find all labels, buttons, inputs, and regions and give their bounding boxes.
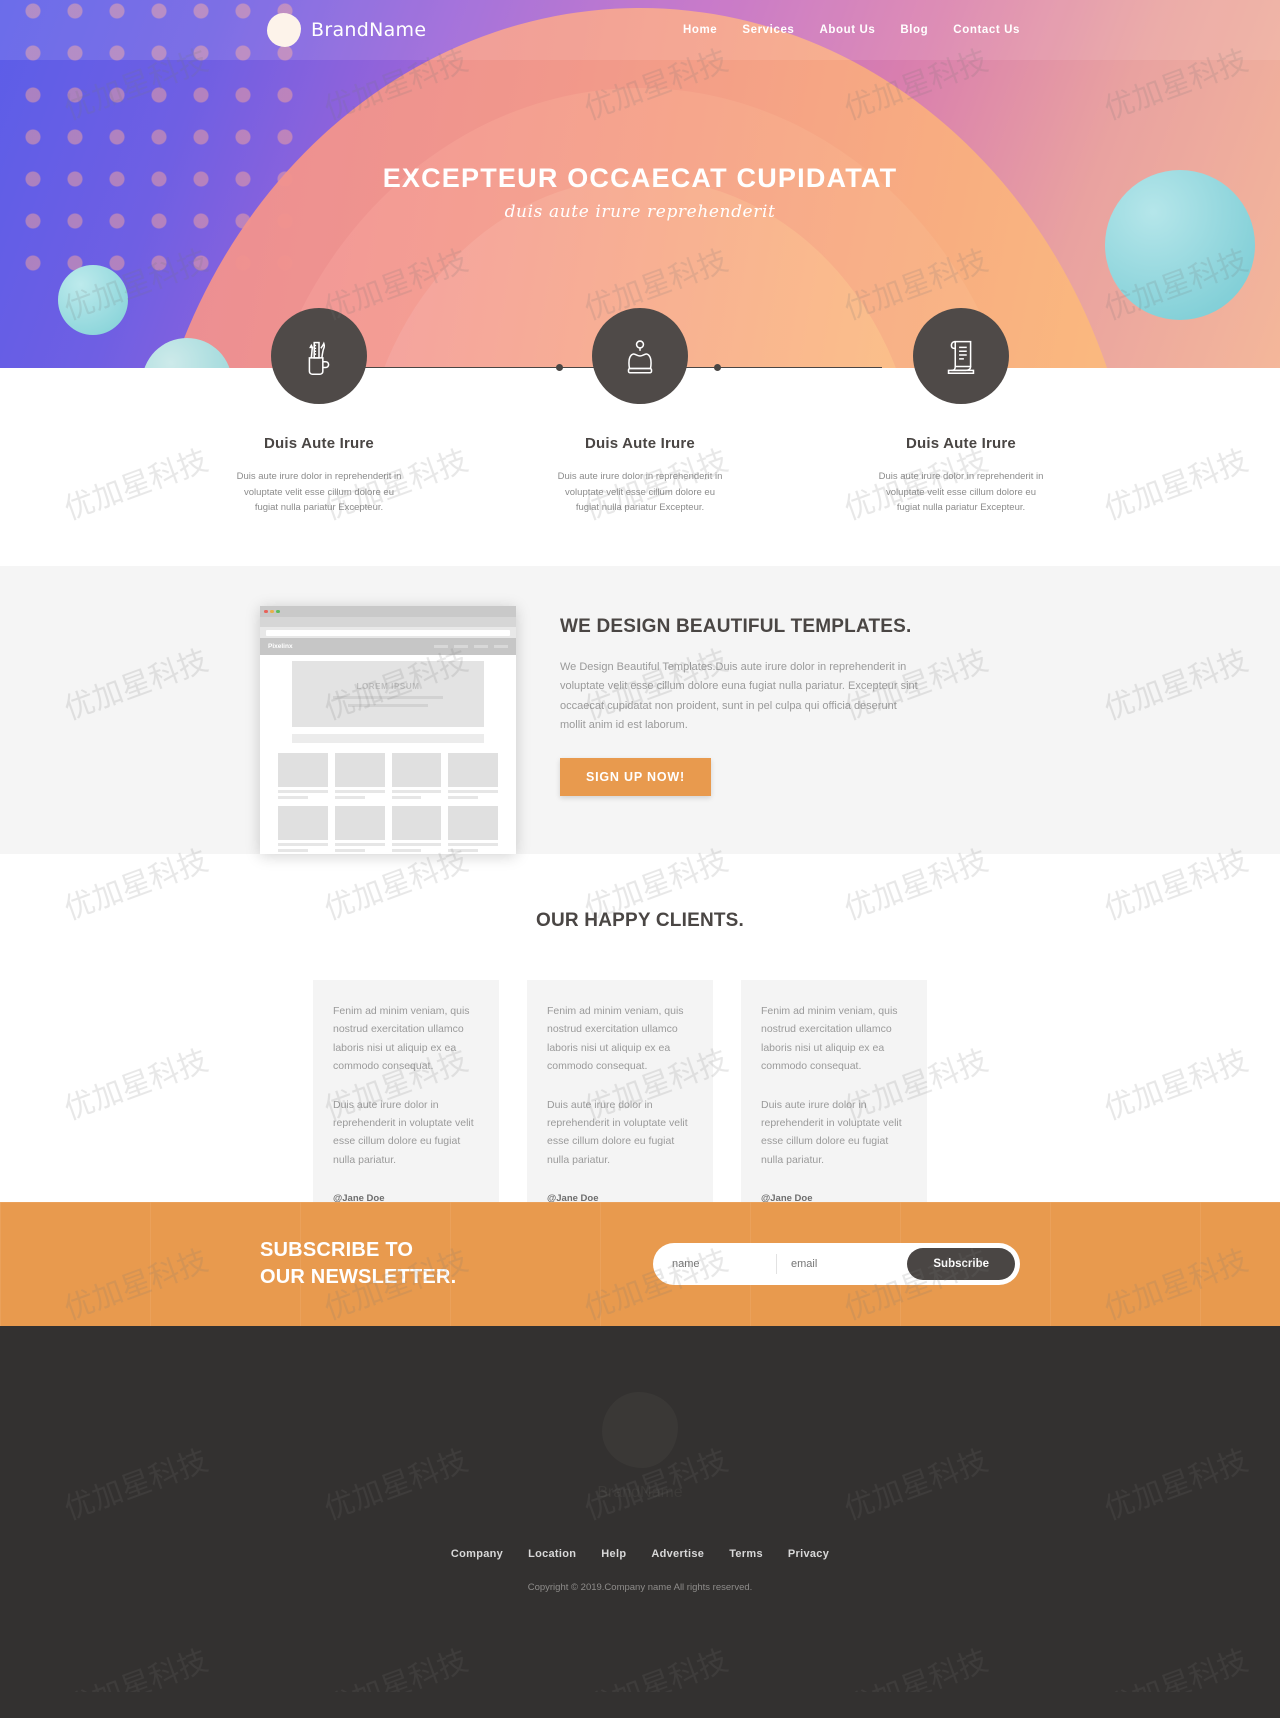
brand-name: BrandName	[311, 19, 427, 41]
footer-link-company[interactable]: Company	[451, 1548, 503, 1560]
sign-up-button[interactable]: SIGN UP NOW!	[560, 758, 711, 796]
main-navigation: BrandName Home Services About Us Blog Co…	[0, 0, 1280, 60]
feature-heading: Duis Aute Irure	[906, 435, 1016, 452]
testimonial-quote-1: Fenim ad minim veniam, quis nostrud exer…	[761, 1005, 898, 1073]
copyright-text: Copyright © 2019.Company name All rights…	[527, 1582, 753, 1593]
testimonial-card: Fenim ad minim veniam, quis nostrud exer…	[741, 980, 954, 1256]
feature-heading: Duis Aute Irure	[264, 435, 374, 452]
nav-item-services[interactable]: Services	[742, 24, 794, 36]
crown-icon	[592, 308, 688, 404]
mockup-card-grid	[278, 753, 498, 852]
design-heading: WE DESIGN BEAUTIFUL TEMPLATES.	[560, 616, 912, 637]
nav-item-blog[interactable]: Blog	[900, 24, 928, 36]
mockup-navbar: Pixelinx	[260, 638, 516, 655]
feature-body: Duis aute irure dolor in reprehenderit i…	[557, 471, 723, 514]
testimonial-quote-1: Fenim ad minim veniam, quis nostrud exer…	[547, 1005, 684, 1073]
email-input[interactable]	[777, 1249, 895, 1279]
footer-link-location[interactable]: Location	[528, 1548, 576, 1560]
feature-body: Duis aute irure dolor in reprehenderit i…	[878, 471, 1044, 514]
blob-logo-icon	[267, 13, 301, 47]
brand-logo[interactable]: BrandName	[267, 13, 426, 47]
testimonial-card: Fenim ad minim veniam, quis nostrud exer…	[313, 980, 526, 1256]
footer-blob-logo-icon	[602, 1392, 678, 1468]
nav-links: Home Services About Us Blog Contact Us	[683, 24, 1020, 36]
testimonial-card: Fenim ad minim veniam, quis nostrud exer…	[527, 980, 740, 1256]
newsletter-form: Subscribe	[653, 1243, 1020, 1285]
feature-card: Duis Aute Irure Duis aute irure dolor in…	[553, 308, 728, 516]
hero-copy: EXCEPTEUR OCCAECAT CUPIDATAT duis aute i…	[0, 163, 1280, 222]
scroll-document-icon	[913, 308, 1009, 404]
newsletter-heading-line2: OUR NEWSLETTER.	[260, 1266, 457, 1288]
testimonial-quote-2: Duis aute irure dolor in reprehenderit i…	[761, 1098, 902, 1166]
testimonial-list: Fenim ad minim veniam, quis nostrud exer…	[313, 980, 967, 1256]
footer-brand-name: BrandName	[597, 1484, 683, 1501]
design-section: Pixelinx LOREM IPSUM WE DESIGN BEAUTIFUL…	[0, 566, 1280, 854]
footer-links: Company Location Help Advertise Terms Pr…	[0, 1548, 1280, 1560]
clients-heading: OUR HAPPY CLIENTS.	[535, 910, 745, 931]
mockup-hero-title: LOREM IPSUM	[356, 681, 420, 691]
browser-mockup: Pixelinx LOREM IPSUM	[260, 606, 516, 854]
feature-body: Duis aute irure dolor in reprehenderit i…	[236, 471, 402, 514]
newsletter-heading-line1: SUBSCRIBE TO	[260, 1239, 414, 1261]
mockup-searchbar	[292, 734, 484, 743]
nav-item-contact-us[interactable]: Contact Us	[953, 24, 1020, 36]
feature-card: Duis Aute Irure Duis aute irure dolor in…	[232, 308, 407, 516]
mockup-hero: LOREM IPSUM	[292, 661, 484, 727]
mockup-tabbar	[260, 617, 516, 627]
subscribe-button[interactable]: Subscribe	[907, 1248, 1015, 1280]
design-body: We Design Beautiful Templates.Duis aute …	[560, 661, 918, 731]
features-section: Duis Aute Irure Duis aute irure dolor in…	[0, 308, 1280, 566]
testimonial-quote-2: Duis aute irure dolor in reprehenderit i…	[547, 1098, 688, 1166]
newsletter-heading: SUBSCRIBE TO OUR NEWSLETTER.	[260, 1237, 456, 1291]
clients-section: OUR HAPPY CLIENTS. Fenim ad minim veniam…	[0, 854, 1280, 1256]
nav-item-home[interactable]: Home	[683, 24, 717, 36]
landing-page: BrandName Home Services About Us Blog Co…	[0, 0, 1280, 1718]
mockup-urlbar	[260, 627, 516, 638]
footer: BrandName Company Location Help Advertis…	[0, 1326, 1280, 1718]
footer-link-privacy[interactable]: Privacy	[788, 1548, 829, 1560]
footer-link-advertise[interactable]: Advertise	[651, 1548, 704, 1560]
footer-link-terms[interactable]: Terms	[729, 1548, 763, 1560]
testimonial-quote-2: Duis aute irure dolor in reprehenderit i…	[333, 1098, 474, 1166]
newsletter-section: SUBSCRIBE TO OUR NEWSLETTER. Subscribe	[0, 1202, 1280, 1326]
mockup-titlebar	[260, 606, 516, 617]
hero-subtitle: duis aute irure reprehenderit	[504, 202, 776, 222]
footer-link-help[interactable]: Help	[601, 1548, 626, 1560]
name-input[interactable]	[658, 1249, 776, 1279]
feature-heading: Duis Aute Irure	[585, 435, 695, 452]
nav-item-about-us[interactable]: About Us	[819, 24, 875, 36]
pencil-cup-icon	[271, 308, 367, 404]
testimonial-quote-1: Fenim ad minim veniam, quis nostrud exer…	[333, 1005, 470, 1073]
mockup-logo: Pixelinx	[268, 643, 293, 650]
hero-title: EXCEPTEUR OCCAECAT CUPIDATAT	[382, 163, 898, 193]
feature-card: Duis Aute Irure Duis aute irure dolor in…	[874, 308, 1049, 516]
feature-list: Duis Aute Irure Duis aute irure dolor in…	[0, 308, 1280, 516]
